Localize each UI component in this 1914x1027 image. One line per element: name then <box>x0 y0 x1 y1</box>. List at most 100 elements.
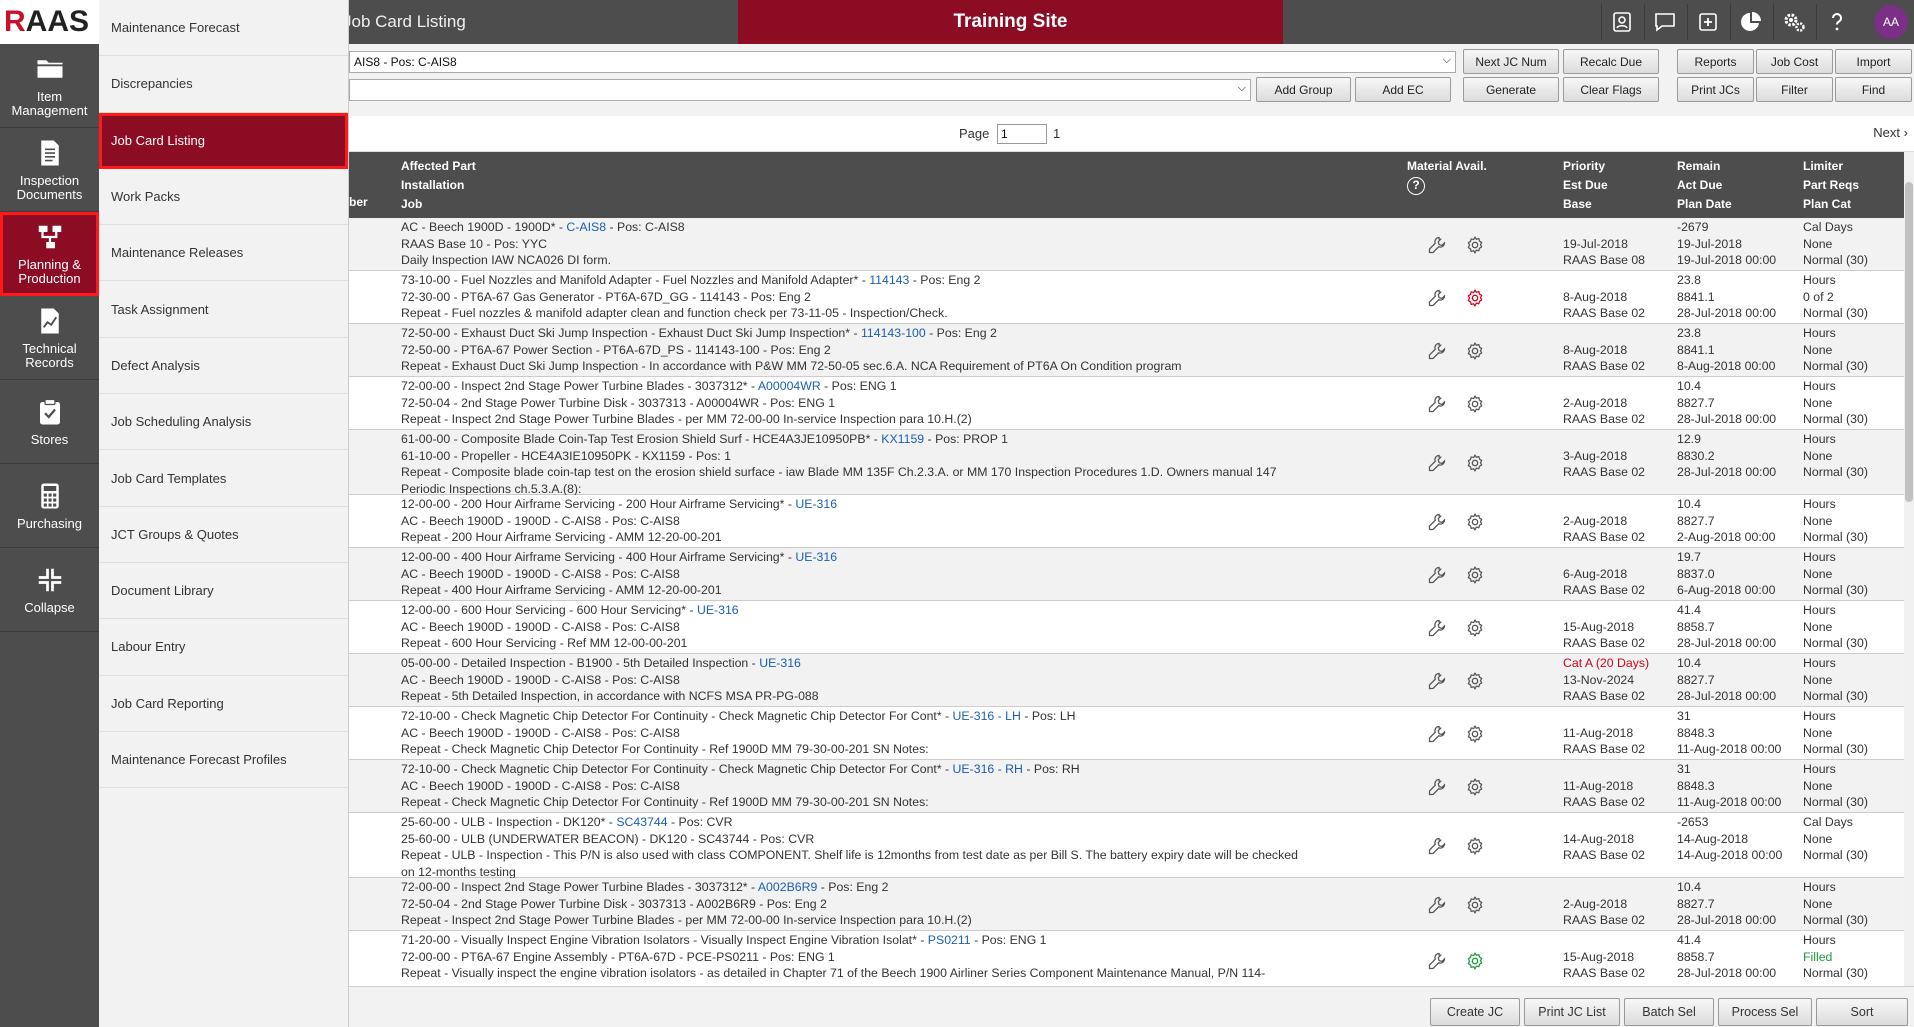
menu-work-packs[interactable]: Work Packs <box>99 169 348 226</box>
wrench-icon[interactable] <box>1427 895 1447 915</box>
serial-link[interactable]: SC43744 <box>616 815 667 829</box>
job-cost-button[interactable]: Job Cost <box>1756 49 1833 74</box>
wrench-icon[interactable] <box>1427 288 1447 308</box>
menu-maintenance-releases[interactable]: Maintenance Releases <box>99 225 348 282</box>
gear-icon[interactable] <box>1465 394 1485 414</box>
add-ec-button[interactable]: Add EC <box>1355 77 1451 102</box>
gear-icon[interactable] <box>1465 235 1485 255</box>
serial-link[interactable]: A00004WR <box>758 379 821 393</box>
menu-labour-entry[interactable]: Labour Entry <box>99 619 348 676</box>
menu-discrepancies[interactable]: Discrepancies <box>99 56 348 113</box>
serial-link[interactable]: A002B6R9 <box>758 880 817 894</box>
help-icon[interactable] <box>1816 4 1856 40</box>
menu-jct-groups-quotes[interactable]: JCT Groups & Quotes <box>99 507 348 563</box>
wrench-icon[interactable] <box>1427 836 1447 856</box>
gear-icon[interactable] <box>1465 453 1485 473</box>
wrench-icon[interactable] <box>1427 724 1447 744</box>
table-row[interactable]: 71-20-00 - Visually Inspect Engine Vibra… <box>349 931 1904 986</box>
wrench-icon[interactable] <box>1427 671 1447 691</box>
wrench-icon[interactable] <box>1427 777 1447 797</box>
serial-link[interactable]: C-AIS8 <box>566 220 606 234</box>
gear-icon[interactable] <box>1465 671 1485 691</box>
recalc-due-button[interactable]: Recalc Due <box>1563 49 1659 74</box>
column-remain[interactable]: Remain Act Due Plan Date <box>1677 157 1732 214</box>
gear-icon[interactable] <box>1465 288 1485 308</box>
wrench-icon[interactable] <box>1427 618 1447 638</box>
create-jc-button[interactable]: Create JC <box>1430 998 1520 1026</box>
gear-icon[interactable] <box>1465 836 1485 856</box>
table-row[interactable]: 05-00-00 - Detailed Inspection - B1900 -… <box>349 654 1904 707</box>
rail-stores[interactable]: Stores <box>0 380 99 464</box>
rail-purchasing[interactable]: Purchasing <box>0 464 99 548</box>
column-priority[interactable]: Priority Est Due Base <box>1563 157 1608 214</box>
menu-task-assignment[interactable]: Task Assignment <box>99 281 348 338</box>
serial-link[interactable]: 114143-100 <box>861 326 926 340</box>
help-circle-icon[interactable]: ? <box>1407 177 1425 195</box>
table-row[interactable]: 72-00-00 - Inspect 2nd Stage Power Turbi… <box>349 878 1904 931</box>
menu-maintenance-forecast[interactable]: Maintenance Forecast <box>99 0 348 57</box>
column-material[interactable]: Material Avail. ? <box>1407 157 1487 195</box>
page-number-input[interactable] <box>997 124 1047 144</box>
find-button[interactable]: Find <box>1835 77 1912 102</box>
scrollbar-thumb[interactable] <box>1905 182 1913 502</box>
aircraft-select[interactable]: AIS8 - Pos: C-AIS8 ⌵ <box>349 51 1456 73</box>
chat-icon[interactable] <box>1644 4 1684 40</box>
serial-link[interactable]: PS0211 <box>928 933 971 947</box>
serial-link[interactable]: KX1159 <box>881 432 924 446</box>
gear-icon[interactable] <box>1465 341 1485 361</box>
generate-button[interactable]: Generate <box>1463 77 1559 102</box>
menu-maintenance-forecast-profiles[interactable]: Maintenance Forecast Profiles <box>99 732 348 789</box>
gear-icon[interactable] <box>1465 512 1485 532</box>
filter-button[interactable]: Filter <box>1756 77 1833 102</box>
table-row[interactable]: 12-00-00 - 600 Hour Servicing - 600 Hour… <box>349 601 1904 654</box>
menu-job-card-listing[interactable]: Job Card Listing <box>99 112 348 169</box>
gear-icon[interactable] <box>1465 777 1485 797</box>
plus-square-icon[interactable] <box>1687 4 1727 40</box>
gear-icon[interactable] <box>1465 565 1485 585</box>
table-row[interactable]: 72-10-00 - Check Magnetic Chip Detector … <box>349 707 1904 760</box>
id-card-icon[interactable] <box>1601 4 1641 40</box>
menu-defect-analysis[interactable]: Defect Analysis <box>99 338 348 395</box>
user-avatar[interactable]: AA <box>1874 5 1908 39</box>
serial-link[interactable]: 114143 <box>869 273 909 287</box>
column-limiter[interactable]: Limiter Part Reqs Plan Cat <box>1803 157 1859 214</box>
table-row[interactable]: 72-10-00 - Check Magnetic Chip Detector … <box>349 760 1904 813</box>
group-select[interactable]: ⌵ <box>349 79 1251 101</box>
wrench-icon[interactable] <box>1427 341 1447 361</box>
rail-collapse[interactable]: Collapse <box>0 548 99 632</box>
rail-technical-records[interactable]: Technical Records <box>0 296 99 380</box>
wrench-icon[interactable] <box>1427 512 1447 532</box>
table-row[interactable]: 12-00-00 - 400 Hour Airframe Servicing -… <box>349 548 1904 601</box>
column-desc[interactable]: Affected Part Installation Job <box>401 157 476 214</box>
reports-button[interactable]: Reports <box>1677 49 1754 74</box>
menu-job-card-reporting[interactable]: Job Card Reporting <box>99 676 348 732</box>
print-jc-list-button[interactable]: Print JC List <box>1524 998 1620 1026</box>
wrench-icon[interactable] <box>1427 565 1447 585</box>
wrench-icon[interactable] <box>1427 235 1447 255</box>
gear-icon[interactable] <box>1465 618 1485 638</box>
table-row[interactable]: 73-10-00 - Fuel Nozzles and Manifold Ada… <box>349 271 1904 324</box>
serial-link[interactable]: UE-316 <box>795 550 837 564</box>
sort-button[interactable]: Sort <box>1816 998 1908 1026</box>
table-row[interactable]: 72-50-00 - Exhaust Duct Ski Jump Inspect… <box>349 324 1904 377</box>
next-jc-num-button[interactable]: Next JC Num <box>1463 49 1559 74</box>
wrench-icon[interactable] <box>1427 951 1447 971</box>
table-row[interactable]: 25-60-00 - ULB - Inspection - DK120* - S… <box>349 813 1904 879</box>
table-row[interactable]: 72-00-00 - Inspect 2nd Stage Power Turbi… <box>349 377 1904 430</box>
serial-link[interactable]: UE-316 - RH <box>953 762 1023 776</box>
rail-planning-production[interactable]: Planning & Production <box>0 212 108 296</box>
gear-icon[interactable] <box>1465 951 1485 971</box>
serial-link[interactable]: UE-316 <box>795 497 837 511</box>
process-sel-button[interactable]: Process Sel <box>1718 998 1812 1026</box>
print-jcs-button[interactable]: Print JCs <box>1677 77 1754 102</box>
import-button[interactable]: Import <box>1835 49 1912 74</box>
gear-icon[interactable] <box>1465 895 1485 915</box>
gear-icon[interactable] <box>1465 724 1485 744</box>
menu-document-library[interactable]: Document Library <box>99 563 348 620</box>
wrench-icon[interactable] <box>1427 453 1447 473</box>
table-row[interactable]: 12-00-00 - 200 Hour Airframe Servicing -… <box>349 495 1904 548</box>
table-row[interactable]: AC - Beech 1900D - 1900D* - C-AIS8 - Pos… <box>349 218 1904 271</box>
clear-flags-button[interactable]: Clear Flags <box>1563 77 1659 102</box>
next-page-link[interactable]: Next › <box>1873 125 1908 140</box>
table-row[interactable]: 61-00-00 - Composite Blade Coin-Tap Test… <box>349 430 1904 496</box>
